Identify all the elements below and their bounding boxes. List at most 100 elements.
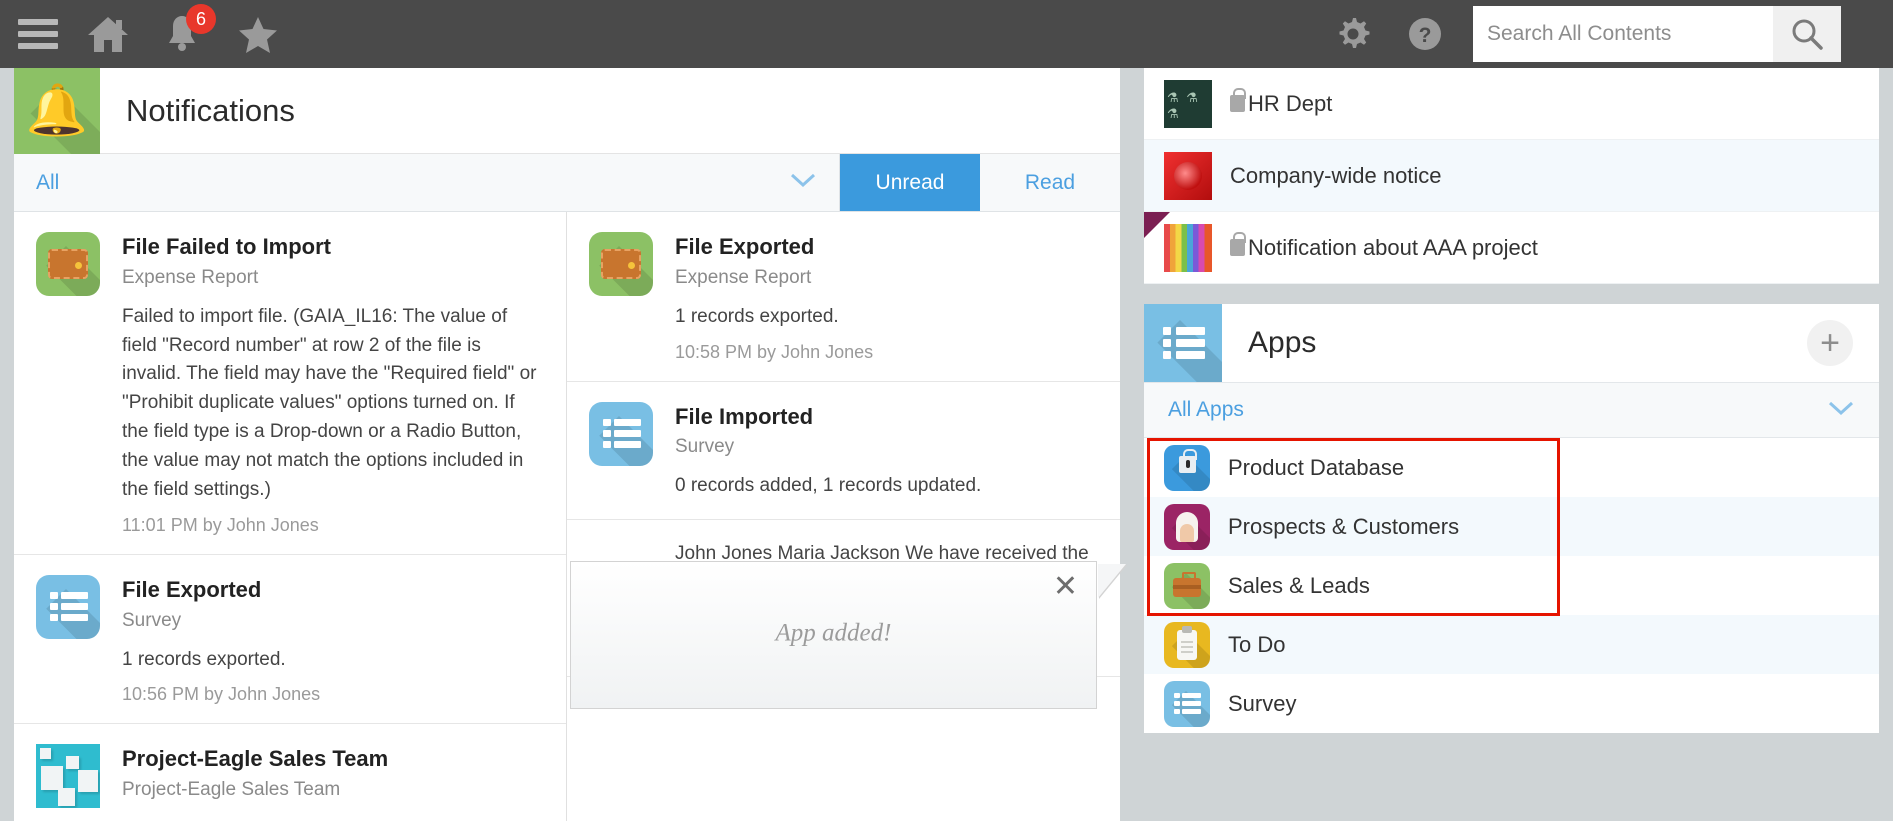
notification-meta: 10:58 PM by John Jones	[675, 341, 874, 362]
app-row-to-do[interactable]: To Do	[1144, 615, 1879, 674]
notification-item[interactable]: File Failed to Import Expense Report Fai…	[14, 212, 566, 555]
space-row[interactable]: Company-wide notice	[1144, 140, 1879, 212]
star-icon[interactable]	[220, 0, 296, 68]
tab-unread[interactable]: Unread	[840, 154, 980, 211]
help-glyph: ?	[1409, 18, 1441, 50]
global-search	[1473, 6, 1841, 62]
app-row-product-database[interactable]: Product Database	[1144, 438, 1879, 497]
notification-title: File Failed to Import	[122, 234, 332, 259]
notification-body: File Exported Expense Report 1 records e…	[675, 232, 1098, 363]
close-icon[interactable]: ✕	[1053, 572, 1078, 602]
notifications-column-left: File Failed to Import Expense Report Fai…	[14, 212, 567, 821]
top-navigation-bar: 6 ?	[0, 0, 1893, 68]
lock-icon	[1164, 444, 1210, 491]
toast-tail	[1098, 564, 1126, 598]
space-label: Notification about AAA project	[1230, 232, 1538, 261]
pencils-thumbnail	[1164, 223, 1212, 272]
app-label: Survey	[1228, 690, 1297, 716]
list-icon	[1164, 680, 1210, 727]
hamburger-menu-glyph	[18, 19, 58, 49]
notification-body: File Imported Survey 0 records added, 1 …	[675, 402, 1098, 502]
lock-icon	[1230, 88, 1246, 112]
notifications-filter-dropdown[interactable]: All	[14, 154, 840, 211]
right-gutter	[1879, 68, 1893, 821]
notification-body: Project-Eagle Sales Team Project-Eagle S…	[122, 744, 544, 808]
all-apps-label: All Apps	[1168, 398, 1244, 421]
notifications-bell-icon: 🔔	[14, 67, 100, 154]
app-label: Product Database	[1228, 454, 1405, 480]
spaces-list: HR Dept Company-wide notice Notification…	[1144, 68, 1879, 284]
space-row[interactable]: Notification about AAA project	[1144, 212, 1879, 284]
svg-text:?: ?	[1419, 24, 1432, 47]
hamburger-menu-icon[interactable]	[4, 0, 72, 68]
rose-thumbnail	[1164, 151, 1212, 200]
chevron-down-icon	[789, 171, 817, 194]
notification-item[interactable]: File Exported Survey 1 records exported.…	[14, 555, 566, 725]
briefcase-icon	[1164, 562, 1210, 609]
help-icon[interactable]: ?	[1389, 0, 1461, 68]
toast-message: App added!	[775, 619, 892, 647]
search-input[interactable]	[1473, 6, 1773, 62]
app-row-sales-leads[interactable]: Sales & Leads	[1144, 556, 1879, 615]
notification-title: File Exported	[122, 576, 262, 602]
notification-text: 0 records added, 1 records updated.	[675, 475, 982, 497]
home-glyph	[88, 17, 128, 52]
app-root: 6 ? Search All Contents 🔔 Notifications …	[0, 0, 1893, 821]
app-row-survey[interactable]: Survey	[1144, 674, 1879, 733]
apps-card: Apps + All Apps Product Database Prospec…	[1144, 304, 1879, 733]
cubes-icon	[36, 744, 100, 809]
notification-meta: 11:01 PM by John Jones	[122, 514, 319, 535]
space-row[interactable]: HR Dept	[1144, 68, 1879, 140]
left-gutter	[0, 68, 14, 821]
notification-item[interactable]: Project-Eagle Sales Team Project-Eagle S…	[14, 724, 566, 821]
apps-title: Apps	[1248, 326, 1317, 359]
notification-title: File Exported	[675, 234, 815, 259]
tab-read[interactable]: Read	[980, 154, 1120, 211]
notifications-header: 🔔 Notifications	[14, 67, 1120, 154]
notification-app-name: Expense Report	[675, 266, 812, 288]
app-label: To Do	[1228, 631, 1286, 657]
notifications-panel: 🔔 Notifications All Unread Read File Fai…	[14, 67, 1126, 821]
list-icon	[36, 574, 100, 639]
notification-title: Project-Eagle Sales Team	[122, 746, 389, 772]
space-name: Company-wide notice	[1230, 162, 1442, 188]
chalkboard-thumbnail	[1164, 79, 1212, 128]
notification-text: 1 records exported.	[122, 648, 286, 670]
gear-glyph	[1339, 18, 1370, 48]
person-icon	[1164, 503, 1210, 550]
notifications-columns: File Failed to Import Expense Report Fai…	[14, 212, 1120, 821]
notification-item[interactable]: File Exported Expense Report 1 records e…	[567, 212, 1120, 382]
notification-app-name: Survey	[675, 436, 735, 458]
app-label: Prospects & Customers	[1228, 513, 1460, 539]
app-row-prospects-customers[interactable]: Prospects & Customers	[1144, 497, 1879, 556]
list-icon	[589, 401, 653, 466]
plus-icon[interactable]: +	[1807, 320, 1853, 366]
notification-app-name: Survey	[122, 609, 182, 631]
app-added-toast: ✕ App added!	[570, 561, 1126, 709]
all-apps-dropdown[interactable]: All Apps	[1144, 382, 1879, 438]
search-button[interactable]	[1773, 6, 1841, 62]
chevron-down-icon	[1827, 399, 1855, 422]
search-icon	[1792, 19, 1823, 50]
star-glyph	[239, 17, 277, 53]
app-label: Sales & Leads	[1228, 572, 1370, 598]
wallet-icon	[589, 232, 653, 296]
home-icon[interactable]	[72, 0, 144, 68]
notifications-filter-bar: All Unread Read	[14, 154, 1120, 212]
wallet-icon	[36, 232, 100, 296]
notifications-column-right: File Exported Expense Report 1 records e…	[567, 212, 1120, 821]
main-content-area: 🔔 Notifications All Unread Read File Fai…	[0, 67, 1893, 821]
right-sidebar: HR Dept Company-wide notice Notification…	[1144, 68, 1879, 821]
clipboard-icon	[1164, 621, 1210, 668]
bell-glyph: 🔔	[25, 81, 89, 138]
bell-icon[interactable]: 6	[144, 0, 220, 68]
gear-icon[interactable]	[1317, 0, 1389, 68]
notification-title: File Imported	[675, 403, 814, 429]
apps-list: Product Database Prospects & Customers S…	[1144, 438, 1879, 733]
notification-text: 1 records exported.	[675, 305, 839, 327]
notification-body: File Failed to Import Expense Report Fai…	[122, 232, 544, 536]
notification-item[interactable]: File Imported Survey 0 records added, 1 …	[567, 382, 1120, 521]
notification-count-badge: 6	[186, 4, 216, 34]
notification-body: File Exported Survey 1 records exported.…	[122, 575, 544, 706]
space-name: HR Dept	[1248, 90, 1333, 116]
